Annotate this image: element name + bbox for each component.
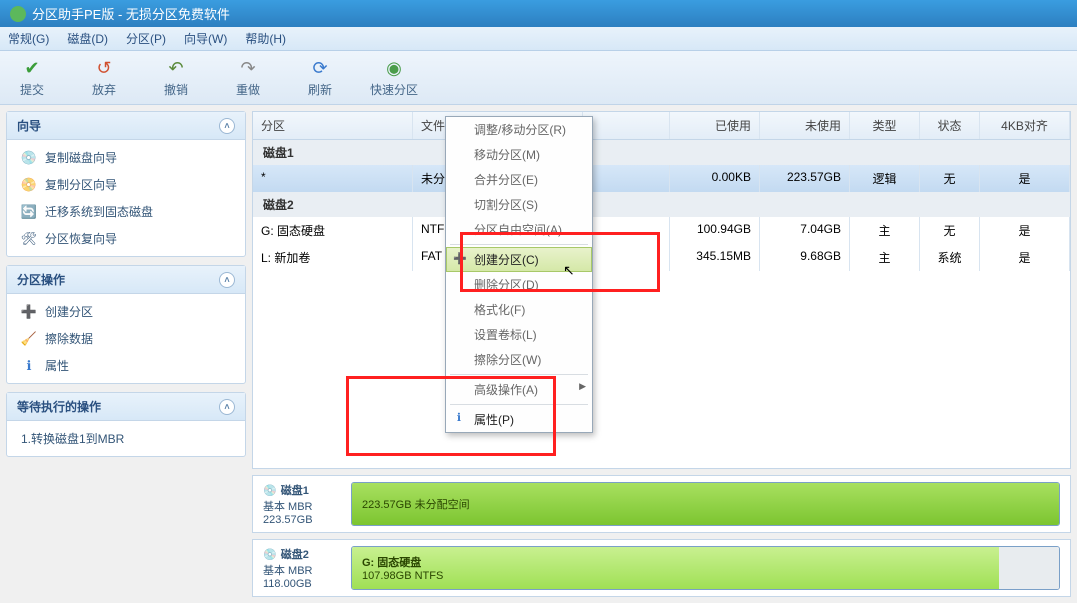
col-status[interactable]: 状态 bbox=[920, 112, 980, 139]
ctx-wipe: 擦除分区(W) bbox=[446, 347, 592, 372]
quick-partition-button[interactable]: ◉快速分区 bbox=[370, 57, 418, 98]
recover-partition-wizard[interactable]: 🛠分区恢复向导 bbox=[7, 225, 245, 252]
table-row[interactable]: G: 固态硬盘 NTFS 100.94GB 7.04GB 主 无 是 bbox=[253, 217, 1070, 244]
ctx-label: 设置卷标(L) bbox=[446, 322, 592, 347]
ctx-free-space: 分区自由空间(A) bbox=[446, 217, 592, 242]
pending-item[interactable]: 1.转换磁盘1到MBR bbox=[7, 425, 245, 452]
info-icon: ℹ bbox=[452, 410, 466, 424]
erase-icon: 🧹 bbox=[21, 331, 37, 347]
ctx-merge: 合并分区(E) bbox=[446, 167, 592, 192]
collapse-icon[interactable]: ˄ bbox=[219, 272, 235, 288]
app-title: 分区助手PE版 - 无损分区免费软件 bbox=[32, 4, 230, 23]
disk-icon: 💿 bbox=[21, 150, 37, 166]
unallocated-segment[interactable]: 223.57GB 未分配空间 bbox=[352, 483, 1059, 525]
disk-icon: 💿 bbox=[263, 548, 277, 561]
menu-disk[interactable]: 磁盘(D) bbox=[67, 30, 108, 47]
grid-body: 磁盘1 * 未分 0.00KB 223.57GB 逻辑 无 是 磁盘2 G: 固… bbox=[253, 140, 1070, 271]
partition-segment[interactable]: G: 固态硬盘 107.98GB NTFS bbox=[352, 547, 999, 589]
content-area: 分区 文件系统 已使用 未使用 类型 状态 4KB对齐 磁盘1 * 未分 0.0… bbox=[252, 105, 1077, 603]
disk-label: 💿磁盘2 基本 MBR 118.00GB bbox=[263, 546, 339, 590]
disk2-group[interactable]: 磁盘2 bbox=[253, 192, 1070, 217]
tool-bar: ✔提交 ↺放弃 ↶撤销 ↷重做 ⟳刷新 ◉快速分区 bbox=[0, 51, 1077, 105]
col-partition[interactable]: 分区 bbox=[253, 112, 413, 139]
ops-title: 分区操作 bbox=[17, 271, 65, 288]
disk2-visual[interactable]: 💿磁盘2 基本 MBR 118.00GB G: 固态硬盘 107.98GB NT… bbox=[252, 539, 1071, 597]
create-partition-op[interactable]: ➕创建分区 bbox=[7, 298, 245, 325]
copy-disk-wizard[interactable]: 💿复制磁盘向导 bbox=[7, 144, 245, 171]
recover-icon: 🛠 bbox=[21, 231, 37, 247]
app-icon bbox=[10, 6, 26, 22]
menu-help[interactable]: 帮助(H) bbox=[245, 30, 286, 47]
menu-bar: 常规(G) 磁盘(D) 分区(P) 向导(W) 帮助(H) bbox=[0, 27, 1077, 51]
grid-header: 分区 文件系统 已使用 未使用 类型 状态 4KB对齐 bbox=[253, 112, 1070, 140]
table-row[interactable]: L: 新加卷 FAT 345.15MB 9.68GB 主 系统 是 bbox=[253, 244, 1070, 271]
commit-button[interactable]: ✔提交 bbox=[10, 57, 54, 98]
ctx-split: 切割分区(S) bbox=[446, 192, 592, 217]
ops-panel: 分区操作 ˄ ➕创建分区 🧹擦除数据 ℹ属性 bbox=[6, 265, 246, 384]
free-segment[interactable] bbox=[999, 547, 1059, 589]
info-icon: ℹ bbox=[21, 358, 37, 374]
plus-icon: ➕ bbox=[21, 304, 37, 320]
menu-general[interactable]: 常规(G) bbox=[8, 30, 49, 47]
collapse-icon[interactable]: ˄ bbox=[219, 399, 235, 415]
disk1-visual[interactable]: 💿磁盘1 基本 MBR 223.57GB 223.57GB 未分配空间 bbox=[252, 475, 1071, 533]
properties-op[interactable]: ℹ属性 bbox=[7, 352, 245, 379]
copy-partition-wizard[interactable]: 📀复制分区向导 bbox=[7, 171, 245, 198]
wipe-data-op[interactable]: 🧹擦除数据 bbox=[7, 325, 245, 352]
table-row[interactable]: * 未分 0.00KB 223.57GB 逻辑 无 是 bbox=[253, 165, 1070, 192]
title-bar: 分区助手PE版 - 无损分区免费软件 bbox=[0, 0, 1077, 27]
side-panel: 向导 ˄ 💿复制磁盘向导 📀复制分区向导 🔄迁移系统到固态磁盘 🛠分区恢复向导 分… bbox=[0, 105, 252, 603]
wizard-panel: 向导 ˄ 💿复制磁盘向导 📀复制分区向导 🔄迁移系统到固态磁盘 🛠分区恢复向导 bbox=[6, 111, 246, 257]
ctx-move: 移动分区(M) bbox=[446, 142, 592, 167]
col-spacer bbox=[583, 112, 670, 139]
separator bbox=[450, 374, 588, 375]
refresh-button[interactable]: ⟳刷新 bbox=[298, 57, 342, 98]
wizard-title: 向导 bbox=[17, 117, 41, 134]
main-area: 向导 ˄ 💿复制磁盘向导 📀复制分区向导 🔄迁移系统到固态磁盘 🛠分区恢复向导 分… bbox=[0, 105, 1077, 603]
disk-label: 💿磁盘1 基本 MBR 223.57GB bbox=[263, 482, 339, 526]
menu-partition[interactable]: 分区(P) bbox=[126, 30, 166, 47]
migrate-os-wizard[interactable]: 🔄迁移系统到固态磁盘 bbox=[7, 198, 245, 225]
redo-button[interactable]: ↷重做 bbox=[226, 57, 270, 98]
disk1-group[interactable]: 磁盘1 bbox=[253, 140, 1070, 165]
collapse-icon[interactable]: ˄ bbox=[219, 118, 235, 134]
discard-button[interactable]: ↺放弃 bbox=[82, 57, 126, 98]
col-free[interactable]: 未使用 bbox=[760, 112, 850, 139]
plus-icon: ➕ bbox=[453, 251, 467, 265]
disk-bar[interactable]: 223.57GB 未分配空间 bbox=[351, 482, 1060, 526]
chevron-right-icon: ▶ bbox=[579, 381, 586, 392]
partition-grid: 分区 文件系统 已使用 未使用 类型 状态 4KB对齐 磁盘1 * 未分 0.0… bbox=[252, 111, 1071, 469]
undo-button[interactable]: ↶撤销 bbox=[154, 57, 198, 98]
pending-title: 等待执行的操作 bbox=[17, 398, 101, 415]
disk-icon: 💿 bbox=[263, 484, 277, 497]
ctx-advanced: 高级操作(A)▶ bbox=[446, 377, 592, 402]
col-align[interactable]: 4KB对齐 bbox=[980, 112, 1070, 139]
partition-icon: 📀 bbox=[21, 177, 37, 193]
cursor-icon: ↖ bbox=[563, 262, 575, 279]
ctx-properties[interactable]: ℹ属性(P) bbox=[446, 407, 592, 432]
migrate-icon: 🔄 bbox=[21, 204, 37, 220]
menu-wizard[interactable]: 向导(W) bbox=[184, 30, 227, 47]
ctx-format: 格式化(F) bbox=[446, 297, 592, 322]
separator bbox=[450, 404, 588, 405]
pending-panel: 等待执行的操作 ˄ 1.转换磁盘1到MBR bbox=[6, 392, 246, 457]
separator bbox=[450, 244, 588, 245]
col-type[interactable]: 类型 bbox=[850, 112, 920, 139]
disk-bar[interactable]: G: 固态硬盘 107.98GB NTFS bbox=[351, 546, 1060, 590]
ctx-resize: 调整/移动分区(R) bbox=[446, 117, 592, 142]
col-used[interactable]: 已使用 bbox=[670, 112, 760, 139]
